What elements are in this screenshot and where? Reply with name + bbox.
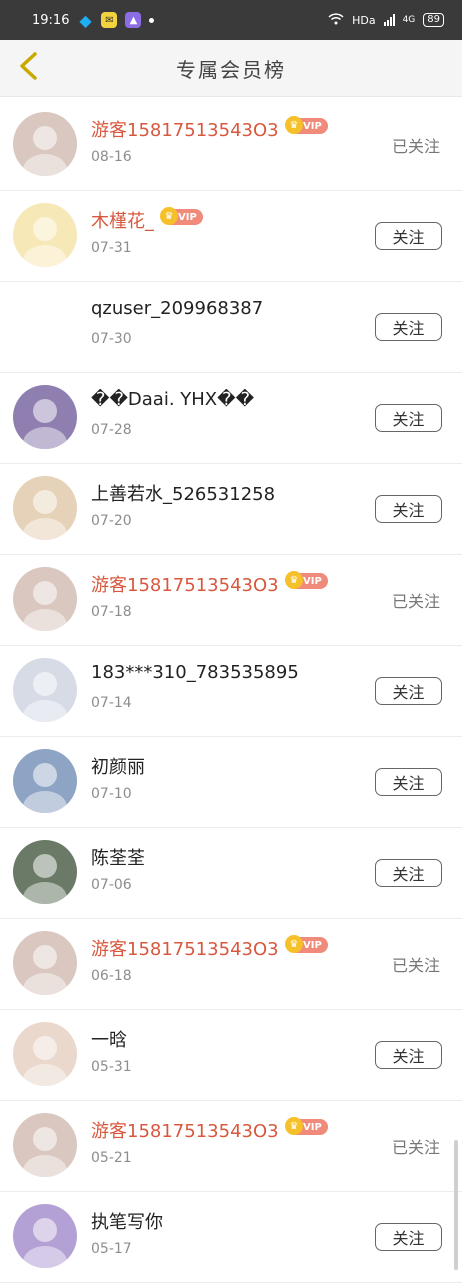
status-time: 19:16 bbox=[32, 12, 70, 28]
list-item[interactable]: 183***310_783535895 07-14 关注 bbox=[0, 646, 462, 737]
follow-button[interactable]: 关注 bbox=[375, 768, 442, 796]
avatar[interactable] bbox=[13, 385, 77, 449]
followed-status: 已关注 bbox=[391, 1138, 440, 1157]
avatar[interactable] bbox=[13, 112, 77, 176]
user-name: qzuser_209968387 bbox=[91, 298, 264, 319]
user-name: 游客15817513543O3 bbox=[91, 575, 279, 596]
signal-label: 4G bbox=[402, 15, 416, 25]
follow-button[interactable]: 关注 bbox=[375, 1223, 442, 1251]
avatar[interactable] bbox=[13, 658, 77, 722]
avatar[interactable] bbox=[13, 294, 77, 358]
user-name: 上善若水_526531258 bbox=[91, 484, 276, 505]
follow-date: 07-10 bbox=[91, 786, 132, 802]
vip-badge: ♛ VIP bbox=[285, 1117, 328, 1135]
vip-badge: ♛ VIP bbox=[160, 207, 203, 225]
user-name: 游客15817513543O3 bbox=[91, 1121, 279, 1142]
user-name: 一晗 bbox=[91, 1030, 127, 1051]
vip-label: VIP bbox=[178, 211, 197, 223]
user-name: 初颜丽 bbox=[91, 757, 145, 778]
notification-app-icon: ✉ bbox=[101, 12, 118, 28]
status-left: 19:16 ◆ ✉ ▲ bbox=[32, 10, 155, 30]
vip-label: VIP bbox=[303, 575, 322, 587]
follow-date: 07-28 bbox=[91, 422, 132, 438]
avatar[interactable] bbox=[13, 840, 77, 904]
follow-button[interactable]: 关注 bbox=[375, 404, 442, 432]
follow-button[interactable]: 关注 bbox=[375, 495, 442, 523]
crown-icon: ♛ bbox=[285, 1117, 303, 1135]
qq-icon: ◆ bbox=[79, 10, 92, 30]
vip-badge: ♛ VIP bbox=[285, 116, 328, 134]
more-notifications-dot bbox=[149, 17, 155, 23]
vip-badge: ♛ VIP bbox=[285, 571, 328, 589]
follow-date: 07-18 bbox=[91, 604, 132, 620]
notification-app-icon-2: ▲ bbox=[125, 12, 142, 28]
crown-icon: ♛ bbox=[285, 571, 303, 589]
vip-badge: ♛ VIP bbox=[285, 935, 328, 953]
list-item[interactable]: 上善若水_526531258 07-20 关注 bbox=[0, 464, 462, 555]
list-item[interactable]: 陈荃荃 07-06 关注 bbox=[0, 828, 462, 919]
avatar[interactable] bbox=[13, 567, 77, 631]
follow-date: 07-14 bbox=[91, 695, 132, 711]
follow-date: 07-06 bbox=[91, 877, 132, 893]
follow-date: 08-16 bbox=[91, 149, 132, 165]
user-name: 游客15817513543O3 bbox=[91, 939, 279, 960]
wifi-icon bbox=[328, 12, 344, 28]
avatar[interactable] bbox=[13, 1113, 77, 1177]
avatar[interactable] bbox=[13, 1204, 77, 1268]
chevron-left-icon bbox=[17, 51, 39, 85]
follow-button[interactable]: 关注 bbox=[375, 859, 442, 887]
list-item[interactable]: 初颜丽 07-10 关注 bbox=[0, 737, 462, 828]
followed-status: 已关注 bbox=[391, 137, 440, 156]
vip-label: VIP bbox=[303, 939, 322, 951]
list-item[interactable]: 游客15817513543O3 ♛ VIP 06-18 已关注 bbox=[0, 919, 462, 1010]
user-name: 木槿花_ bbox=[91, 211, 154, 232]
list-item[interactable]: 一晗 05-31 关注 bbox=[0, 1010, 462, 1101]
list-item[interactable]: 木槿花_ ♛ VIP 07-31 关注 bbox=[0, 191, 462, 282]
user-name: 183***310_783535895 bbox=[91, 662, 299, 683]
list-item[interactable]: 执笔写你 05-17 关注 bbox=[0, 1192, 462, 1283]
status-bar: 19:16 ◆ ✉ ▲ HDa 4G 89 bbox=[0, 0, 462, 40]
follow-button[interactable]: 关注 bbox=[375, 313, 442, 341]
avatar[interactable] bbox=[13, 476, 77, 540]
follow-button[interactable]: 关注 bbox=[375, 1041, 442, 1069]
followed-status: 已关注 bbox=[391, 592, 440, 611]
back-button[interactable] bbox=[10, 50, 46, 86]
crown-icon: ♛ bbox=[160, 207, 178, 225]
header: 专属会员榜 bbox=[0, 40, 462, 97]
avatar[interactable] bbox=[13, 931, 77, 995]
follow-date: 05-31 bbox=[91, 1059, 132, 1075]
follow-date: 06-18 bbox=[91, 968, 132, 984]
follow-button[interactable]: 关注 bbox=[375, 677, 442, 705]
follow-date: 07-31 bbox=[91, 240, 132, 256]
list-item[interactable]: 游客15817513543O3 ♛ VIP 07-18 已关注 bbox=[0, 555, 462, 646]
user-name: 游客15817513543O3 bbox=[91, 120, 279, 141]
signal-icon bbox=[383, 14, 395, 26]
follow-date: 05-21 bbox=[91, 1150, 132, 1166]
avatar[interactable] bbox=[13, 749, 77, 813]
follow-date: 05-17 bbox=[91, 1241, 132, 1257]
battery-icon: 89 bbox=[423, 13, 444, 27]
vip-label: VIP bbox=[303, 120, 322, 132]
page-title: 专属会员榜 bbox=[176, 57, 286, 82]
list-item[interactable]: ��Daai. YHX�� 07-28 关注 bbox=[0, 373, 462, 464]
avatar[interactable] bbox=[13, 1022, 77, 1086]
scrollbar[interactable] bbox=[454, 1140, 458, 1270]
follow-button[interactable]: 关注 bbox=[375, 222, 442, 250]
user-name: ��Daai. YHX�� bbox=[91, 389, 255, 410]
list-item[interactable]: qzuser_209968387 07-30 关注 bbox=[0, 282, 462, 373]
crown-icon: ♛ bbox=[285, 116, 303, 134]
network-label: HDa bbox=[352, 13, 376, 27]
vip-label: VIP bbox=[303, 1121, 322, 1133]
member-list: 游客15817513543O3 ♛ VIP 08-16 已关注 木槿花_ ♛ VIP 07-31… bbox=[0, 100, 462, 1283]
list-item[interactable]: 游客15817513543O3 ♛ VIP 08-16 已关注 bbox=[0, 100, 462, 191]
avatar[interactable] bbox=[13, 203, 77, 267]
user-name: 执笔写你 bbox=[91, 1212, 163, 1233]
followed-status: 已关注 bbox=[391, 956, 440, 975]
user-name: 陈荃荃 bbox=[91, 848, 145, 869]
status-right: HDa 4G 89 bbox=[328, 12, 444, 28]
crown-icon: ♛ bbox=[285, 935, 303, 953]
list-item[interactable]: 游客15817513543O3 ♛ VIP 05-21 已关注 bbox=[0, 1101, 462, 1192]
follow-date: 07-20 bbox=[91, 513, 132, 529]
follow-date: 07-30 bbox=[91, 331, 132, 347]
